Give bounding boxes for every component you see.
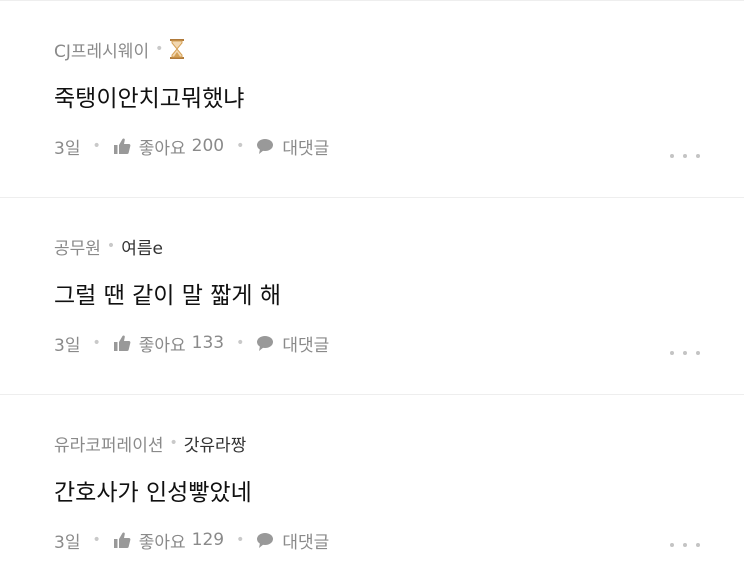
thumbs-up-icon: [113, 138, 131, 154]
more-dots-icon: [670, 543, 674, 547]
more-dots-icon: [696, 154, 700, 158]
reply-button[interactable]: 대댓글: [256, 331, 329, 356]
like-button[interactable]: 좋아요 133: [113, 331, 224, 356]
comment-list: CJ프레시웨이 • 죽탱이안치고뭐했냐 3일 • 좋아요 200 • 대댓글 공…: [0, 1, 744, 586]
nickname[interactable]: 갓유라짱: [184, 431, 247, 456]
comment-actions: 3일 • 좋아요 200 • 대댓글: [54, 133, 724, 159]
like-button[interactable]: 좋아요 200: [113, 134, 224, 159]
action-separator: •: [236, 138, 245, 154]
comment-item: 유라코퍼레이션 • 갓유라짱 간호사가 인성빻았네 3일 • 좋아요 129 •: [0, 395, 744, 586]
thumbs-up-icon: [113, 335, 131, 351]
comment-time: 3일: [54, 138, 81, 159]
more-dots-icon: [683, 351, 687, 355]
more-dots-icon: [670, 351, 674, 355]
speech-bubble-icon: [257, 533, 274, 548]
reply-button[interactable]: 대댓글: [256, 528, 329, 553]
thumbs-up-icon: [113, 532, 131, 548]
like-count: 129: [191, 530, 225, 550]
comment-item: 공무원 • 여름e 그럴 땐 같이 말 짧게 해 3일 • 좋아요 133 •: [0, 198, 744, 395]
more-dots-icon: [683, 543, 687, 547]
like-button[interactable]: 좋아요 129: [113, 528, 224, 553]
comment-text: 간호사가 인성빻았네: [54, 480, 252, 506]
comment-time: 3일: [54, 532, 81, 553]
company-name: CJ프레시웨이: [54, 41, 150, 62]
action-separator: •: [92, 532, 101, 548]
comment-meta: 공무원 • 여름e: [54, 234, 724, 259]
comment-item: CJ프레시웨이 • 죽탱이안치고뭐했냐 3일 • 좋아요 200 • 대댓글: [0, 1, 744, 198]
hourglass-icon: [170, 39, 185, 59]
comment-meta: CJ프레시웨이 •: [54, 37, 724, 62]
comment-time: 3일: [54, 335, 81, 356]
meta-separator: •: [106, 238, 116, 254]
meta-separator: •: [155, 41, 164, 57]
like-label: 좋아요: [138, 335, 186, 356]
more-options-button[interactable]: [670, 540, 700, 550]
comment-meta: 유라코퍼레이션 • 갓유라짱: [54, 431, 724, 456]
like-count: 200: [191, 136, 225, 156]
more-options-button[interactable]: [670, 151, 700, 161]
company-name: 공무원: [54, 238, 101, 259]
more-dots-icon: [696, 351, 700, 355]
action-separator: •: [236, 335, 245, 351]
more-dots-icon: [683, 154, 687, 158]
reply-label: 대댓글: [282, 138, 330, 159]
speech-bubble-icon: [257, 139, 274, 154]
nickname[interactable]: 여름e: [121, 234, 163, 259]
more-options-button[interactable]: [670, 348, 700, 358]
reply-button[interactable]: 대댓글: [256, 134, 329, 159]
like-count: 133: [191, 333, 225, 353]
company-name: 유라코퍼레이션: [54, 435, 164, 456]
comment-actions: 3일 • 좋아요 133 • 대댓글: [54, 330, 724, 356]
speech-bubble-icon: [257, 336, 274, 351]
comment-text: 죽탱이안치고뭐했냐: [54, 86, 245, 112]
comment-text: 그럴 땐 같이 말 짧게 해: [54, 283, 281, 309]
action-separator: •: [236, 532, 245, 548]
reply-label: 대댓글: [282, 335, 330, 356]
like-label: 좋아요: [138, 138, 186, 159]
like-label: 좋아요: [138, 532, 186, 553]
more-dots-icon: [696, 543, 700, 547]
comment-actions: 3일 • 좋아요 129 • 대댓글: [54, 527, 724, 553]
action-separator: •: [92, 138, 101, 154]
more-dots-icon: [670, 154, 674, 158]
reply-label: 대댓글: [282, 532, 330, 553]
meta-separator: •: [169, 435, 178, 451]
action-separator: •: [92, 335, 101, 351]
